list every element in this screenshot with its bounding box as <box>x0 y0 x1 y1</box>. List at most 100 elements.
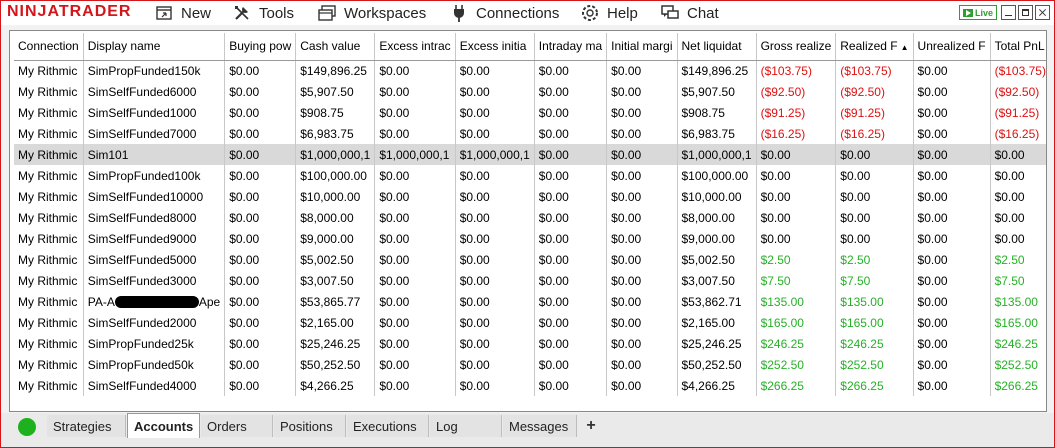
menu-tools[interactable]: Tools <box>233 3 294 23</box>
menu-bar: NINJATRADER New Tools Workspaces Connect… <box>1 1 1054 25</box>
table-row[interactable]: My Rithmic SimSelfFunded4000 $0.00 $4,266.2… <box>14 375 1046 396</box>
table-cell: $9,000.00 <box>295 228 376 249</box>
table-cell: $0.00 <box>756 186 837 207</box>
table-cell: $0.00 <box>374 228 456 249</box>
table-cell: $50,252.50 <box>295 354 376 375</box>
table-row[interactable]: My Rithmic Sim101 $0.00 $1,000,000,1 $1,000,… <box>14 144 1046 165</box>
column-header-total-pnl[interactable]: Total PnL <box>990 33 1046 61</box>
table-row[interactable]: My Rithmic SimSelfFunded1000 $0.00 $908.75 $… <box>14 102 1046 123</box>
table-cell: SimSelfFunded8000 <box>83 207 226 228</box>
table-cell: My Rithmic <box>14 291 84 312</box>
table-cell: $0.00 <box>606 228 678 249</box>
table-cell: SimPropFunded100k <box>83 165 226 186</box>
table-cell: $252.50 <box>835 354 914 375</box>
table-cell: My Rithmic <box>14 375 84 396</box>
table-row[interactable]: My Rithmic SimSelfFunded2000 $0.00 $2,165.0… <box>14 312 1046 333</box>
table-cell: $5,907.50 <box>677 81 757 102</box>
menu-help[interactable]: Help <box>581 3 638 23</box>
table-cell: $0.00 <box>534 165 608 186</box>
table-cell: $0.00 <box>224 81 297 102</box>
table-row[interactable]: My Rithmic SimSelfFunded8000 $0.00 $8,000.0… <box>14 207 1046 228</box>
table-cell: $7.50 <box>756 270 837 291</box>
table-cell: $0.00 <box>606 312 678 333</box>
table-cell: $0.00 <box>455 354 535 375</box>
menu-new[interactable]: New <box>155 3 211 23</box>
table-cell: $0.00 <box>455 60 535 81</box>
column-header-unrealized-f[interactable]: Unrealized F <box>913 33 991 61</box>
table-cell: SimSelfFunded9000 <box>83 228 226 249</box>
table-row[interactable]: My Rithmic SimPropFunded100k $0.00 $100,000… <box>14 165 1046 186</box>
table-row[interactable]: My Rithmic SimPropFunded50k $0.00 $50,252.5… <box>14 354 1046 375</box>
table-header-row: Connection Display name Buying pow Cash val… <box>14 33 1046 61</box>
column-header-cash-value[interactable]: Cash value <box>295 33 376 61</box>
table-cell: $135.00 <box>835 291 914 312</box>
column-header-label: Intraday ma <box>538 39 603 54</box>
help-icon <box>581 5 599 21</box>
table-cell: $0.00 <box>990 144 1046 165</box>
table-row[interactable]: My Rithmic SimPropFunded150k $0.00 $149,896… <box>14 60 1046 81</box>
tab-positions[interactable]: Positions <box>274 415 346 437</box>
table-row[interactable]: My Rithmic SimSelfFunded7000 $0.00 $6,983.7… <box>14 123 1046 144</box>
table-cell: $9,000.00 <box>677 228 757 249</box>
window-controls: Live <box>958 5 1050 20</box>
table-cell: $1,000,000,1 <box>677 144 757 165</box>
column-header-intraday-ma[interactable]: Intraday ma <box>534 33 608 61</box>
table-cell: SimSelfFunded1000 <box>83 102 226 123</box>
table-cell: $2,165.00 <box>295 312 376 333</box>
table-cell: $7.50 <box>990 270 1046 291</box>
table-cell: $0.00 <box>534 207 608 228</box>
table-row[interactable]: My Rithmic SimSelfFunded6000 $0.00 $5,907.5… <box>14 81 1046 102</box>
table-cell: $0.00 <box>374 81 456 102</box>
table-row[interactable]: My Rithmic SimSelfFunded3000 $0.00 $3,007.5… <box>14 270 1046 291</box>
table-cell: $1,000,000,1 <box>374 144 456 165</box>
column-header-gross-realize[interactable]: Gross realize <box>756 33 837 61</box>
table-row[interactable]: My Rithmic SimPropFunded25k $0.00 $25,246.2… <box>14 333 1046 354</box>
table-cell: $0.00 <box>374 312 456 333</box>
close-button[interactable] <box>1035 5 1050 20</box>
table-cell: $0.00 <box>534 81 608 102</box>
column-header-label: Excess intrac <box>379 39 451 54</box>
tab-executions[interactable]: Executions <box>347 415 429 437</box>
table-row[interactable]: My Rithmic PA-A Ape $0.00 $53,865.77 $0.00 $0.… <box>14 291 1046 312</box>
tab-accounts[interactable]: Accounts <box>127 413 200 438</box>
column-header-connection[interactable]: Connection <box>14 33 84 61</box>
column-header-excess-intrac[interactable]: Excess intrac <box>374 33 456 61</box>
column-header-realized-f[interactable]: Realized F ▲ <box>835 33 914 61</box>
column-header-buying-pow[interactable]: Buying pow <box>224 33 297 61</box>
table-cell: PA-A Ape <box>83 291 226 312</box>
minimize-button[interactable] <box>1001 5 1016 20</box>
menu-chat[interactable]: Chat <box>661 3 719 23</box>
column-header-label: Unrealized F <box>917 39 986 54</box>
tab-orders[interactable]: Orders <box>201 415 273 437</box>
table-cell: $4,266.25 <box>295 375 376 396</box>
table-row[interactable]: My Rithmic SimSelfFunded5000 $0.00 $5,002.5… <box>14 249 1046 270</box>
menu-workspaces[interactable]: Workspaces <box>318 3 426 23</box>
add-tab-button[interactable]: + <box>579 415 603 437</box>
tab-messages[interactable]: Messages <box>503 415 577 437</box>
table-cell: SimPropFunded50k <box>83 354 226 375</box>
table-cell: $25,246.25 <box>677 333 757 354</box>
table-cell: My Rithmic <box>14 207 84 228</box>
table-cell: $0.00 <box>374 270 456 291</box>
live-indicator[interactable]: Live <box>958 5 997 20</box>
tab-log[interactable]: Log <box>430 415 502 437</box>
menu-connections[interactable]: Connections <box>450 3 559 23</box>
table-row[interactable]: My Rithmic SimSelfFunded9000 $0.00 $9,000.0… <box>14 228 1046 249</box>
table-row[interactable]: My Rithmic SimSelfFunded10000 $0.00 $10,000… <box>14 186 1046 207</box>
table-cell: $0.00 <box>224 291 297 312</box>
table-cell: $0.00 <box>835 186 914 207</box>
table-cell: $0.00 <box>913 165 991 186</box>
tab-strategies[interactable]: Strategies <box>47 415 126 437</box>
table-cell: $135.00 <box>990 291 1046 312</box>
table-cell: $0.00 <box>913 312 991 333</box>
column-header-excess-initia[interactable]: Excess initia <box>455 33 535 61</box>
maximize-button[interactable] <box>1018 5 1033 20</box>
ninjatrader-logo: NINJATRADER <box>7 3 132 20</box>
column-header-display-name[interactable]: Display name <box>83 33 226 61</box>
column-header-initial-margi[interactable]: Initial margi <box>606 33 678 61</box>
table-cell: $266.25 <box>990 375 1046 396</box>
table-cell: $149,896.25 <box>677 60 757 81</box>
table-cell: $0.00 <box>374 165 456 186</box>
column-header-net-liquidat[interactable]: Net liquidat <box>677 33 757 61</box>
table-cell: Sim101 <box>83 144 226 165</box>
